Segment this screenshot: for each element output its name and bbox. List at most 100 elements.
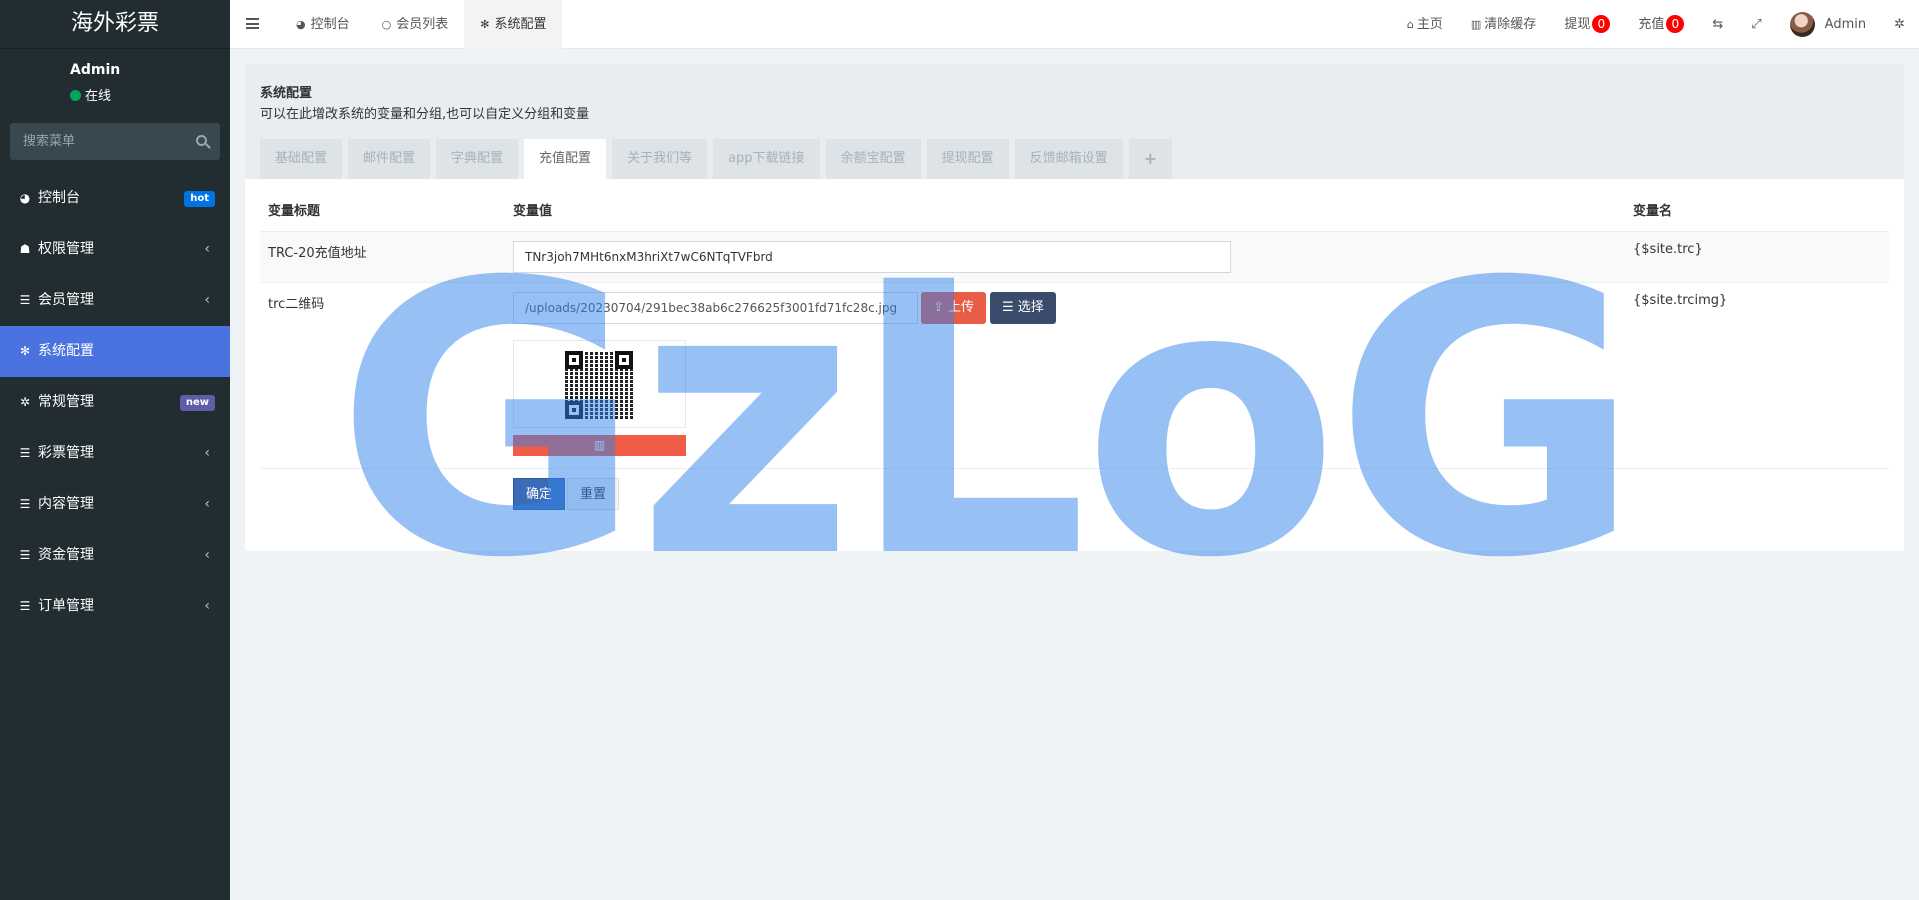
tab-member-list[interactable]: ○ 会员列表 [366, 0, 465, 49]
fullscreen-button[interactable]: ⤢ [1737, 0, 1775, 49]
top-tabs: ◕ 控制台 ○ 会员列表 ✻ 系统配置 [280, 0, 563, 49]
withdraw-label: 提现 [1564, 17, 1591, 32]
sidebar-item-label: 资金管理 [38, 547, 94, 563]
tab-feedback-email[interactable]: 反馈邮箱设置 [1014, 139, 1123, 179]
tab-label: 控制台 [310, 17, 350, 32]
tab-label: 会员列表 [396, 17, 449, 32]
delete-image-button[interactable]: ▥ [513, 435, 686, 456]
translate-icon: ⇆ [1712, 17, 1724, 32]
language-button[interactable]: ⇆ [1698, 0, 1737, 49]
admin-menu[interactable]: Admin [1776, 0, 1880, 49]
list-icon: ☰ [19, 548, 31, 562]
list-icon: ☰ [1002, 300, 1014, 315]
qr-image-path-input[interactable] [513, 292, 918, 324]
recharge-link[interactable]: 充值 0 [1624, 0, 1698, 49]
circle-icon: ○ [381, 18, 392, 31]
menu-toggle-icon[interactable] [246, 18, 259, 29]
sidebar-item-funds[interactable]: ☰ 资金管理 ‹ [0, 530, 230, 581]
submit-button[interactable]: 确定 [513, 478, 566, 510]
sidebar-item-lottery[interactable]: ☰ 彩票管理 ‹ [0, 428, 230, 479]
table-row: trc二维码 ⇪ 上传 ☰ 选择 ▥ {$site.trcimg} [260, 282, 1889, 469]
menu-search [10, 123, 220, 160]
tab-basic[interactable]: 基础配置 [260, 139, 343, 179]
list-icon: ☰ [19, 599, 31, 613]
sidebar-item-label: 控制台 [38, 190, 80, 206]
tab-dictionary[interactable]: 字典配置 [436, 139, 519, 179]
tab-label: 系统配置 [494, 17, 547, 32]
search-icon[interactable] [196, 135, 207, 146]
tab-about[interactable]: 关于我们等 [612, 139, 708, 179]
sidebar-item-orders[interactable]: ☰ 订单管理 ‹ [0, 581, 230, 632]
config-panel: 系统配置 可以在此增改系统的变量和分组,也可以自定义分组和变量 基础配置 邮件配… [245, 64, 1904, 551]
trc-address-input[interactable] [513, 241, 1231, 273]
user-name: Admin [70, 62, 121, 78]
avatar [1789, 12, 1815, 37]
qr-preview [513, 340, 686, 428]
upload-icon: ⇪ [933, 300, 944, 315]
qr-finder-pattern [565, 401, 583, 419]
online-dot-icon [70, 90, 81, 101]
qr-code-image [565, 351, 633, 419]
page-description: 可以在此增改系统的变量和分组,也可以自定义分组和变量 [260, 107, 590, 122]
add-group-button[interactable]: + [1128, 139, 1173, 179]
tab-recharge[interactable]: 充值配置 [524, 139, 607, 179]
list-icon: ☰ [19, 497, 31, 511]
cogs-icon: ✲ [19, 395, 31, 409]
upload-button[interactable]: ⇪ 上传 [921, 292, 987, 324]
recharge-count-badge: 0 [1666, 15, 1685, 33]
tab-app-download[interactable]: app下载链接 [713, 139, 820, 179]
home-link[interactable]: ⌂ 主页 [1393, 0, 1457, 49]
config-tabs: 基础配置 邮件配置 字典配置 充值配置 关于我们等 app下载链接 余额宝配置 … [260, 139, 1178, 179]
row-variable-name: {$site.trcimg} [1633, 293, 1728, 308]
column-header-title: 变量标题 [268, 204, 321, 219]
chevron-left-icon: ‹ [204, 547, 210, 563]
upload-label: 上传 [948, 300, 975, 315]
menu-search-input[interactable] [10, 123, 190, 160]
sidebar-item-permissions[interactable]: ☗ 权限管理 ‹ [0, 224, 230, 275]
sidebar: 海外彩票 Admin 在线 ◕ 控制台 hot ☗ 权限管理 ‹ ☰ 会员管理 ‹ ✻… [0, 0, 230, 900]
cog-icon: ✻ [19, 344, 31, 358]
row-title: TRC-20充值地址 [268, 246, 367, 261]
qr-finder-pattern [615, 351, 633, 369]
settings-button[interactable]: ✲ [1880, 0, 1919, 49]
sidebar-item-dashboard[interactable]: ◕ 控制台 hot [0, 173, 230, 224]
tab-yuebao[interactable]: 余额宝配置 [825, 139, 921, 179]
chevron-left-icon: ‹ [204, 292, 210, 308]
tab-email[interactable]: 邮件配置 [348, 139, 431, 179]
tab-dashboard[interactable]: ◕ 控制台 [280, 0, 366, 49]
dashboard-icon: ◕ [19, 191, 31, 205]
withdraw-link[interactable]: 提现 0 [1550, 0, 1624, 49]
column-header-name: 变量名 [1633, 204, 1673, 219]
qr-finder-pattern [565, 351, 583, 369]
sidebar-item-label: 会员管理 [38, 292, 94, 308]
tab-withdraw[interactable]: 提现配置 [926, 139, 1009, 179]
home-label: 主页 [1416, 17, 1443, 32]
recharge-label: 充值 [1638, 17, 1665, 32]
new-badge: new [179, 395, 215, 411]
row-title: trc二维码 [268, 297, 325, 312]
brand-title[interactable]: 海外彩票 [0, 0, 230, 49]
chevron-left-icon: ‹ [204, 496, 210, 512]
home-icon: ⌂ [1406, 18, 1414, 31]
sidebar-item-label: 内容管理 [38, 496, 94, 512]
admin-name: Admin [1824, 17, 1867, 32]
sidebar-item-general[interactable]: ✲ 常规管理 new [0, 377, 230, 428]
tab-system-config[interactable]: ✻ 系统配置 [464, 0, 563, 49]
sidebar-item-content[interactable]: ☰ 内容管理 ‹ [0, 479, 230, 530]
trash-icon: ▥ [1470, 18, 1482, 31]
cog-icon: ✻ [480, 18, 490, 31]
sidebar-item-system-config[interactable]: ✻ 系统配置 [0, 326, 230, 377]
column-header-value: 变量值 [513, 204, 553, 219]
chevron-left-icon: ‹ [204, 598, 210, 614]
top-right-menu: ⌂ 主页 ▥ 清除缓存 提现 0 充值 0 ⇆ ⤢ Admin ✲ [1393, 0, 1919, 49]
row-variable-name: {$site.trc} [1633, 242, 1703, 257]
users-icon: ☗ [19, 242, 31, 256]
sidebar-item-members[interactable]: ☰ 会员管理 ‹ [0, 275, 230, 326]
fullscreen-icon: ⤢ [1751, 17, 1762, 32]
chevron-left-icon: ‹ [204, 241, 210, 257]
sidebar-item-label: 彩票管理 [38, 445, 94, 461]
clear-cache-link[interactable]: ▥ 清除缓存 [1457, 0, 1550, 49]
choose-button[interactable]: ☰ 选择 [990, 292, 1056, 324]
reset-button[interactable]: 重置 [567, 478, 620, 510]
panel-heading: 系统配置 可以在此增改系统的变量和分组,也可以自定义分组和变量 基础配置 邮件配… [245, 64, 1904, 179]
